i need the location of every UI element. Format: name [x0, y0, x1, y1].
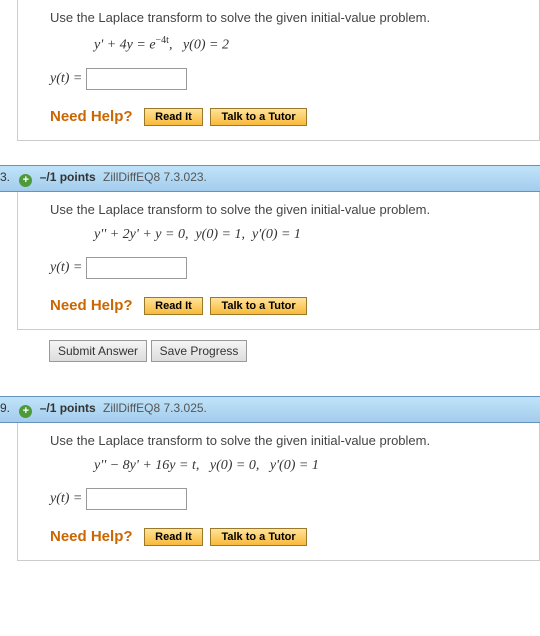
need-help-label: Need Help? — [50, 108, 133, 125]
q3-equation: y'' − 8y' + 16y = t, y(0) = 0, y'(0) = 1 — [94, 458, 529, 474]
q3-answer-row: y(t) = — [50, 488, 529, 510]
q2-answer-input[interactable] — [86, 257, 187, 279]
question-1-body: Use the Laplace transform to solve the g… — [17, 0, 540, 141]
q2-submit-row: Submit Answer Save Progress — [17, 330, 540, 372]
read-it-button[interactable]: Read It — [144, 108, 203, 126]
q1-answer-row: y(t) = — [50, 68, 529, 90]
q3-marker: 9. — [0, 401, 10, 415]
question-2-body: Use the Laplace transform to solve the g… — [17, 192, 540, 330]
q2-help-row: Need Help? Read It Talk to a Tutor — [50, 297, 529, 315]
talk-tutor-button[interactable]: Talk to a Tutor — [210, 297, 306, 315]
q3-info-bar: 9. + –/1 points ZillDiffEQ8 7.3.025. — [0, 396, 540, 423]
q2-info-bar: 3. + –/1 points ZillDiffEQ8 7.3.023. — [0, 165, 540, 192]
q2-equation: y'' + 2y' + y = 0, y(0) = 1, y'(0) = 1 — [94, 227, 529, 243]
q2-answer-label: y(t) = — [50, 260, 82, 275]
q3-answer-label: y(t) = — [50, 491, 82, 506]
need-help-label: Need Help? — [50, 528, 133, 545]
q1-equation: y' + 4y = e−4t, y(0) = 2 — [94, 35, 529, 54]
q3-help-row: Need Help? Read It Talk to a Tutor — [50, 528, 529, 546]
talk-tutor-button[interactable]: Talk to a Tutor — [210, 108, 306, 126]
read-it-button[interactable]: Read It — [144, 297, 203, 315]
q1-answer-label: y(t) = — [50, 71, 82, 86]
q1-answer-input[interactable] — [86, 68, 187, 90]
question-3-body: Use the Laplace transform to solve the g… — [17, 423, 540, 561]
q3-points: –/1 points — [40, 401, 96, 415]
q2-ref: ZillDiffEQ8 7.3.023. — [103, 170, 207, 184]
q3-answer-input[interactable] — [86, 488, 187, 510]
save-progress-button[interactable]: Save Progress — [151, 340, 248, 362]
expand-icon[interactable]: + — [19, 405, 32, 418]
q2-marker: 3. — [0, 170, 10, 184]
q3-prompt: Use the Laplace transform to solve the g… — [50, 433, 529, 448]
need-help-label: Need Help? — [50, 297, 133, 314]
q3-ref: ZillDiffEQ8 7.3.025. — [103, 401, 207, 415]
read-it-button[interactable]: Read It — [144, 528, 203, 546]
q2-prompt: Use the Laplace transform to solve the g… — [50, 202, 529, 217]
q2-answer-row: y(t) = — [50, 257, 529, 279]
q1-prompt: Use the Laplace transform to solve the g… — [50, 10, 529, 25]
q1-help-row: Need Help? Read It Talk to a Tutor — [50, 108, 529, 126]
talk-tutor-button[interactable]: Talk to a Tutor — [210, 528, 306, 546]
expand-icon[interactable]: + — [19, 174, 32, 187]
q2-points: –/1 points — [40, 170, 96, 184]
submit-answer-button[interactable]: Submit Answer — [49, 340, 147, 362]
